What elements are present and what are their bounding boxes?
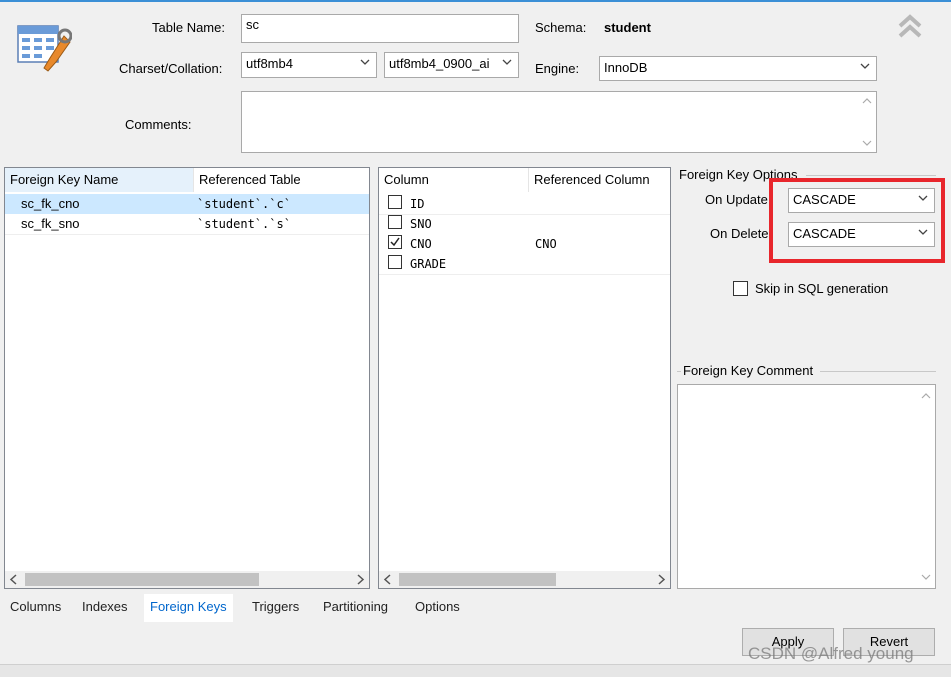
column-name: CNO <box>410 237 432 251</box>
ref-column-header[interactable]: Referenced Column <box>529 168 670 192</box>
list-item[interactable]: GRADE <box>379 254 670 274</box>
group-divider <box>806 175 936 176</box>
fk-ref-table-cell: `student`.`s` <box>197 217 291 231</box>
engine-value: InnoDB <box>604 60 648 75</box>
list-item[interactable]: SNO <box>379 214 670 234</box>
schema-value: student <box>604 20 651 35</box>
on-update-label: On Update <box>705 192 768 207</box>
highlight-box <box>769 178 945 263</box>
on-delete-label: On Delete <box>710 226 769 241</box>
fk-name-header[interactable]: Foreign Key Name <box>5 168 194 192</box>
table-row[interactable]: sc_fk_sno `student`.`s` <box>5 214 369 234</box>
fk-name-cell: sc_fk_sno <box>21 216 80 231</box>
collapse-chevron-icon[interactable] <box>896 12 924 40</box>
tab-partitioning[interactable]: Partitioning <box>317 594 394 620</box>
tab-indexes[interactable]: Indexes <box>76 594 134 620</box>
window-top-border <box>0 0 951 2</box>
charset-select[interactable]: utf8mb4 <box>241 52 377 78</box>
horizontal-scrollbar[interactable] <box>5 571 369 588</box>
charset-label: Charset/Collation: <box>119 61 223 76</box>
fk-column-grid[interactable]: Column Referenced Column ID SNO CNO CNO … <box>378 167 671 589</box>
column-checkbox[interactable] <box>388 255 402 269</box>
column-checkbox[interactable] <box>388 215 402 229</box>
column-header[interactable]: Column <box>379 168 529 192</box>
scrollbar-thumb[interactable] <box>25 573 259 586</box>
tab-triggers[interactable]: Triggers <box>246 594 305 620</box>
tab-columns[interactable]: Columns <box>4 594 67 620</box>
chevron-down-icon <box>502 59 512 65</box>
engine-select[interactable]: InnoDB <box>599 56 877 81</box>
output-panel-edge <box>0 664 951 677</box>
collation-value: utf8mb4_0900_ai <box>389 56 490 71</box>
scrollbar-thumb[interactable] <box>399 573 556 586</box>
table-editor-icon <box>16 22 73 76</box>
list-item[interactable]: CNO CNO <box>379 234 670 254</box>
fk-ref-table-header[interactable]: Referenced Table <box>194 168 369 192</box>
collation-select[interactable]: utf8mb4_0900_ai <box>384 52 519 78</box>
column-name: ID <box>410 197 425 211</box>
charset-value: utf8mb4 <box>246 56 293 71</box>
group-divider <box>820 371 936 372</box>
fk-comment-group-title: Foreign Key Comment <box>683 363 814 378</box>
tab-options[interactable]: Options <box>409 594 466 620</box>
scroll-right-icon[interactable] <box>355 574 365 585</box>
fk-ref-table-cell: `student`.`c` <box>197 197 291 211</box>
table-name-label: Table Name: <box>152 20 225 35</box>
horizontal-scrollbar[interactable] <box>379 571 670 588</box>
row-divider <box>379 214 670 215</box>
scroll-down-icon[interactable] <box>862 138 872 148</box>
skip-sql-label: Skip in SQL generation <box>755 281 889 296</box>
ref-column-cell: CNO <box>535 237 557 251</box>
row-divider <box>5 234 369 235</box>
fk-name-cell: sc_fk_cno <box>21 196 80 211</box>
engine-label: Engine: <box>535 61 580 76</box>
tab-foreign-keys[interactable]: Foreign Keys <box>144 594 233 622</box>
checkmark-icon <box>390 237 400 247</box>
fk-comment-textarea[interactable] <box>677 384 936 589</box>
chevron-down-icon <box>860 63 870 69</box>
comments-textarea[interactable] <box>241 91 877 153</box>
scroll-left-icon[interactable] <box>383 574 393 585</box>
group-divider <box>677 371 681 372</box>
list-item[interactable]: ID <box>379 194 670 214</box>
foreign-key-grid[interactable]: Foreign Key Name Referenced Table sc_fk_… <box>4 167 370 589</box>
scroll-up-icon[interactable] <box>862 96 872 106</box>
column-name: GRADE <box>410 257 447 271</box>
table-row[interactable]: sc_fk_cno `student`.`c` <box>5 194 369 214</box>
row-divider <box>379 274 670 275</box>
skip-sql-checkbox[interactable] <box>733 281 748 296</box>
chevron-down-icon <box>360 59 370 65</box>
column-checkbox-checked[interactable] <box>388 235 402 249</box>
comments-label: Comments: <box>125 117 192 132</box>
column-checkbox[interactable] <box>388 195 402 209</box>
watermark: CSDN @Alfred young <box>748 644 914 663</box>
scroll-right-icon[interactable] <box>656 574 666 585</box>
table-name-input[interactable]: sc <box>241 14 519 43</box>
scroll-up-icon[interactable] <box>921 391 931 401</box>
tab-bar <box>0 592 951 622</box>
schema-label: Schema: <box>535 20 587 35</box>
column-name: SNO <box>410 217 432 231</box>
scroll-down-icon[interactable] <box>921 572 931 582</box>
scroll-left-icon[interactable] <box>9 574 19 585</box>
